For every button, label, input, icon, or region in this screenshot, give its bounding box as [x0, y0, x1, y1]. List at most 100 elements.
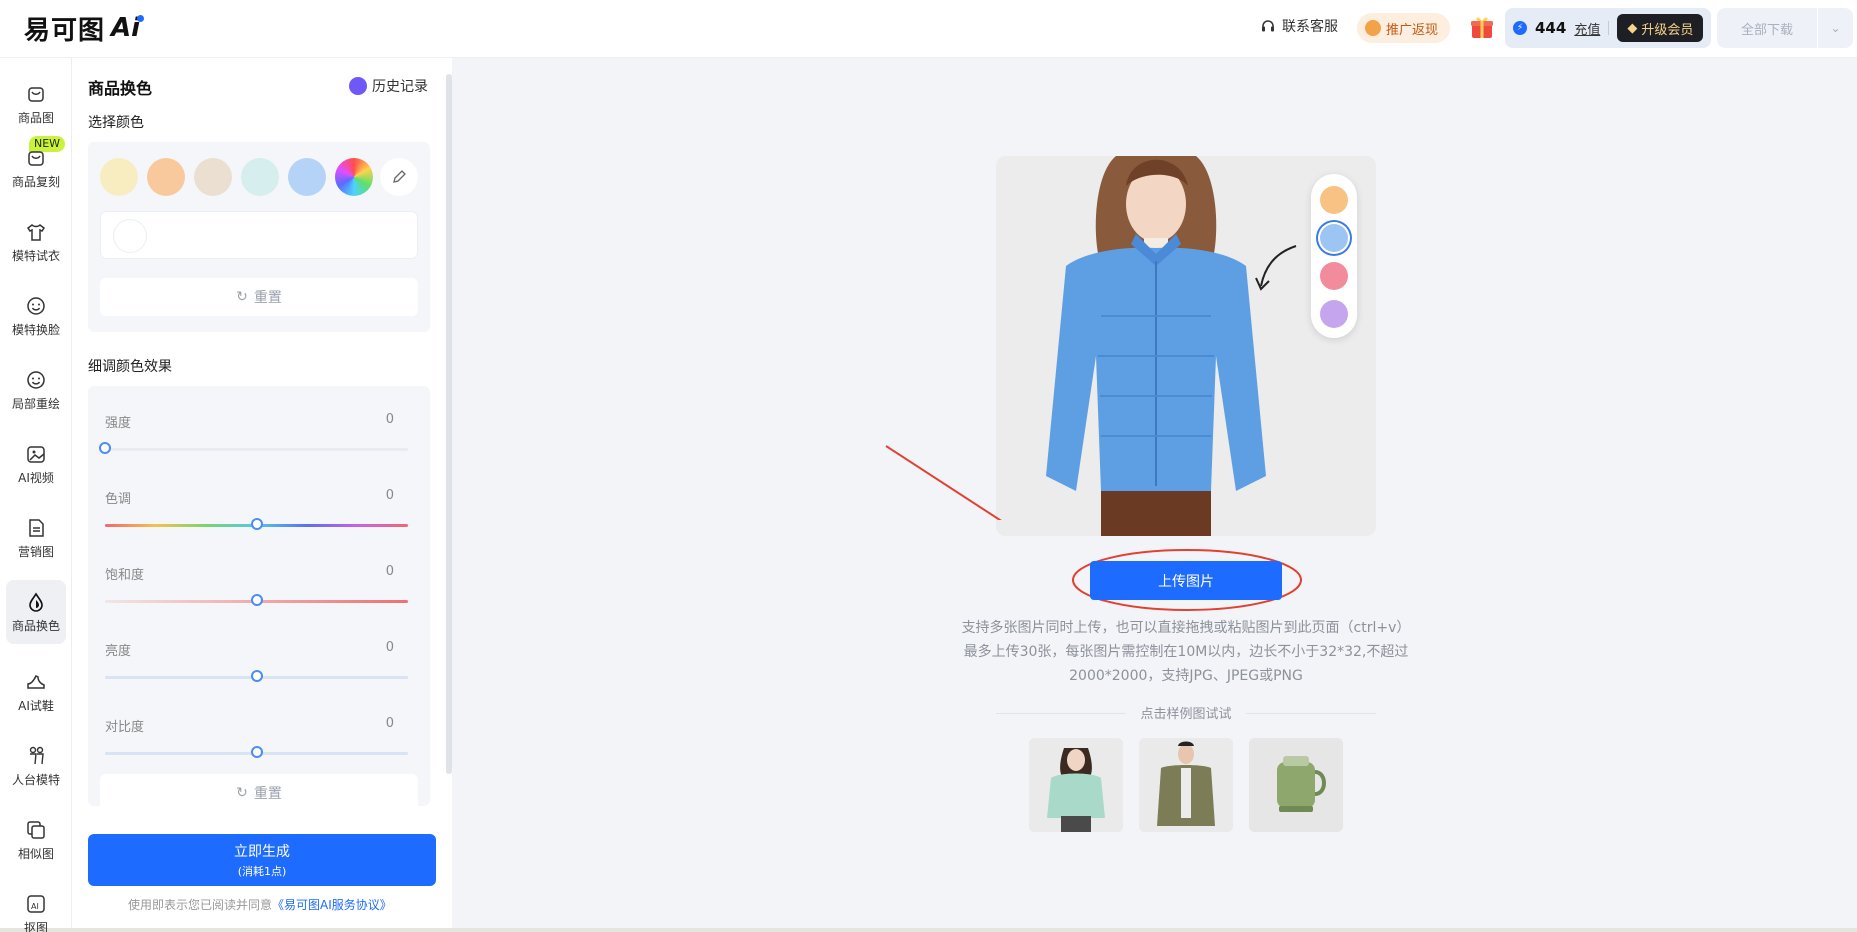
slider-label: 亮度: [105, 644, 132, 659]
select-color-label: 选择颜色: [88, 115, 144, 131]
nav-item-label: AI试鞋: [18, 698, 54, 713]
product-replicate-icon: [28, 150, 44, 166]
slider-value: 0: [385, 716, 394, 731]
slider-label: 强度: [105, 416, 132, 431]
color-swatch[interactable]: [241, 158, 279, 196]
nav-item-label: 商品复刻: [11, 174, 60, 189]
similar-image-icon: [27, 820, 45, 839]
slider-value: 0: [385, 564, 394, 579]
generate-button[interactable]: 立即生成 (消耗1点): [88, 834, 436, 886]
cutout-icon: AI: [27, 894, 45, 913]
diamond-icon: ◆: [1627, 20, 1638, 36]
color-wheel-swatch[interactable]: [335, 158, 373, 196]
slider-label: 对比度: [105, 720, 145, 735]
nav-item-tshirt[interactable]: 模特试衣: [6, 210, 66, 274]
upload-hint-line: 2000*2000，支持JPG、JPEG或PNG: [1069, 668, 1303, 684]
refresh-icon: ↻: [236, 289, 248, 305]
color-swatch[interactable]: [100, 158, 138, 196]
coin-icon: [1365, 20, 1381, 36]
agreement-link[interactable]: 《易可图AI服务协议》: [272, 898, 392, 912]
history-button[interactable]: 历史记录: [349, 76, 428, 96]
nav-item-shoe[interactable]: AI试鞋: [6, 660, 66, 724]
top-header: 易可图 Ai 联系客服 推广返现 ⚡ 444 充值 ◆ 升级会员 全部下载 ⌄: [0, 0, 1857, 58]
face-swap-icon: [27, 296, 45, 315]
slider-handle[interactable]: [250, 746, 263, 758]
reset-color-button[interactable]: ↻ 重置: [100, 278, 418, 316]
slider-handle[interactable]: [99, 442, 111, 454]
reset-label: 重置: [253, 786, 282, 802]
logo-text: 易可图: [24, 15, 106, 46]
video-icon: [27, 445, 45, 463]
slider-label: 饱和度: [105, 568, 145, 583]
palette-color-dot: [1320, 224, 1348, 252]
promo-cashback-button[interactable]: 推广返现: [1357, 13, 1451, 43]
custom-color-field[interactable]: [100, 211, 418, 259]
points-value: 444: [1535, 19, 1567, 37]
eyedropper-button[interactable]: [380, 158, 418, 196]
nav-item-face-swap[interactable]: 模特换脸: [6, 284, 66, 348]
color-swatch[interactable]: [147, 158, 185, 196]
sample-image-olive-jacket[interactable]: [1139, 738, 1233, 832]
sample-image-kettle[interactable]: [1249, 738, 1343, 832]
palette-color-dot: [1320, 300, 1348, 328]
nav-item-label: 人台模特: [11, 772, 60, 787]
mannequin-icon: [29, 746, 44, 764]
slider-handle[interactable]: [250, 594, 263, 606]
sample-image-mint-jacket[interactable]: [1029, 738, 1123, 832]
headset-icon: [1262, 20, 1274, 32]
product-image-icon: [28, 86, 44, 102]
reset-tune-button[interactable]: ↻ 重置: [100, 774, 418, 812]
upload-label: 上传图片: [1158, 573, 1214, 590]
promo-label: 推广返现: [1386, 22, 1439, 38]
nav-item-face-redraw[interactable]: 局部重绘: [6, 358, 66, 422]
recharge-link[interactable]: 充值: [1574, 19, 1600, 38]
color-swatch[interactable]: [194, 158, 232, 196]
pen-icon: [393, 170, 406, 183]
logo-ai: Ai: [111, 13, 145, 43]
upload-hint-line: 支持多张图片同时上传，也可以直接拖拽或粘贴图片到此页面（ctrl+v）: [961, 620, 1411, 636]
agreement-text: 使用即表示您已阅读并同意《易可图AI服务协议》: [128, 896, 392, 913]
nav-item-label: 抠图: [23, 920, 48, 932]
panel-scrollbar[interactable]: [446, 74, 452, 774]
nav-item-label: 商品图: [17, 110, 54, 125]
refresh-icon: ↻: [236, 785, 248, 801]
chevron-down-icon[interactable]: ⌄: [1818, 21, 1853, 35]
panel-title: 商品换色: [88, 79, 153, 98]
history-label: 历史记录: [372, 79, 428, 95]
slider-value: 0: [385, 412, 394, 427]
try-sample-divider: 点击样例图试试: [996, 703, 1376, 723]
agreement-prefix: 使用即表示您已阅读并同意: [128, 898, 273, 912]
slider-label: 色调: [105, 492, 132, 507]
nav-item-label: AI视频: [18, 470, 54, 485]
upgrade-vip-button[interactable]: ◆ 升级会员: [1617, 14, 1704, 42]
nav-item-product-image[interactable]: 商品图: [6, 72, 66, 136]
slider-track[interactable]: [105, 448, 408, 451]
tshirt-icon: [26, 223, 46, 241]
custom-color-circle[interactable]: [113, 219, 147, 253]
palette-color-dot: [1320, 262, 1348, 290]
logo[interactable]: 易可图 Ai: [24, 10, 145, 46]
download-all-button[interactable]: 全部下载 ⌄: [1717, 8, 1853, 48]
nav-item-cutout[interactable]: AI 抠图: [6, 882, 66, 932]
reset-label: 重置: [253, 290, 282, 306]
nav-item-mannequin[interactable]: 人台模特: [6, 734, 66, 798]
history-icon: [349, 77, 367, 95]
color-swatch[interactable]: [288, 158, 326, 196]
slider-handle[interactable]: [250, 670, 263, 682]
nav-item-label: 局部重绘: [11, 396, 60, 411]
nav-item-marketing[interactable]: 营销图: [6, 506, 66, 570]
nav-item-label: 营销图: [17, 544, 54, 559]
nav-item-video[interactable]: AI视频: [6, 432, 66, 496]
nav-item-color-drop[interactable]: 商品换色: [6, 580, 66, 644]
contact-service-button[interactable]: 联系客服: [1260, 16, 1338, 36]
bottom-strip: [0, 928, 1857, 932]
fine-tune-label: 细调颜色效果: [88, 359, 172, 375]
upload-image-button[interactable]: 上传图片: [1090, 561, 1282, 600]
gift-icon[interactable]: [1469, 14, 1495, 40]
color-drop-icon: [29, 592, 43, 612]
slider-handle[interactable]: [250, 518, 263, 530]
download-all-label: 全部下载: [1740, 22, 1793, 38]
nav-item-product-replicate[interactable]: 商品复刻: [6, 136, 66, 200]
nav-item-similar-image[interactable]: 相似图: [6, 808, 66, 872]
contact-service-label: 联系客服: [1282, 19, 1338, 35]
